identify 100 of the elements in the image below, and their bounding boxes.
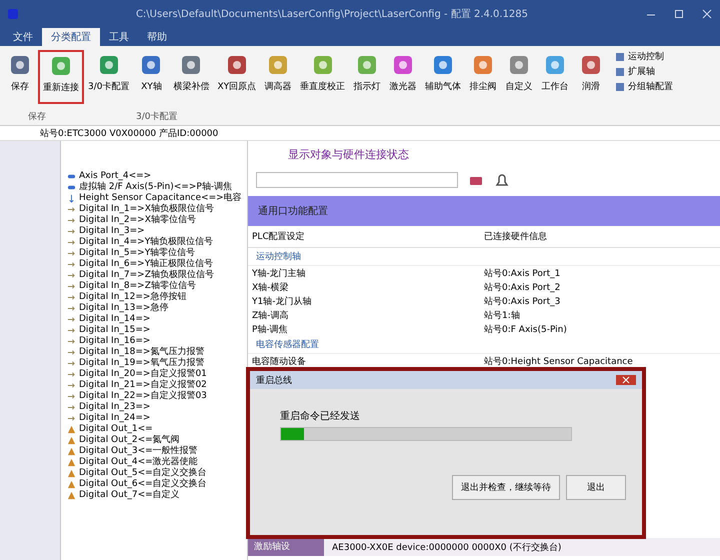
table-cell-text: 站号0:Axis Port_2 [484, 282, 562, 293]
status-label: 激励轴设 [248, 538, 324, 556]
tree-item[interactable]: Digital Out_4<=激光器使能 [79, 457, 198, 468]
tree-item[interactable]: Digital In_7=>Z轴负极限位信号 [79, 270, 214, 281]
input-icon [67, 348, 76, 357]
maximize-icon[interactable] [674, 9, 684, 19]
tool-icon [8, 53, 32, 77]
bell-icon[interactable] [494, 172, 510, 188]
sensor-icon [67, 194, 76, 203]
input-icon [67, 403, 76, 412]
ribbon-button[interactable]: 调高器 [260, 50, 296, 104]
tree-item[interactable]: Height Sensor Capacitance<=>电容 [79, 193, 242, 204]
dialog-button[interactable]: 退出并检查，继续等待 [452, 475, 560, 500]
window-title: C:\Users\Default\Documents\LaserConfig\Project\LaserConfig - 配置 2.4.0.1285 [134, 8, 530, 21]
tree-item[interactable]: Digital Out_7<=自定义 [79, 490, 180, 501]
input-icon [67, 304, 76, 313]
close-icon[interactable] [616, 375, 636, 385]
menu-tab[interactable]: 分类配置 [42, 28, 100, 46]
tree-item[interactable]: Digital In_22=>自定义报警03 [79, 391, 207, 402]
tree-item[interactable]: Digital In_23=> [79, 402, 150, 413]
ribbon-button[interactable]: XY回原点 [213, 50, 260, 104]
input-icon [67, 359, 76, 368]
tool-icon [615, 66, 626, 76]
tree-item[interactable]: Axis Port_4<=> [79, 171, 152, 182]
tree-item[interactable]: Digital In_20=>自定义报警01 [79, 369, 207, 380]
tree-item[interactable]: Digital In_21=>自定义报警02 [79, 380, 207, 391]
tree-item[interactable]: Digital Out_1<= [79, 424, 153, 435]
tree-item[interactable]: Digital In_15=> [79, 325, 150, 336]
input-icon [67, 337, 76, 346]
ribbon-group-label: 保存 [28, 110, 46, 123]
input-icon [67, 315, 76, 324]
tree-item[interactable]: Digital In_13=>急停 [79, 303, 168, 314]
tree-item[interactable]: Digital In_2=>X轴零位信号 [79, 215, 196, 226]
table-cell-text: 站号0:F Axis(5-Pin) [484, 324, 568, 335]
ribbon-button[interactable]: 激光器 [385, 50, 422, 104]
table-cell-text: Y1轴-龙门从轴 [252, 296, 312, 307]
tree-item[interactable]: Digital In_3=> [79, 226, 145, 237]
tool-icon [615, 52, 626, 62]
tree-item[interactable]: Digital In_16=> [79, 336, 150, 347]
dialog-message: 重启命令已经发送 [280, 410, 361, 423]
tree-item[interactable]: Digital In_5=>Y轴零位信号 [79, 248, 196, 259]
menu-tab[interactable]: 帮助 [138, 28, 176, 46]
input-icon [67, 260, 76, 269]
ribbon-button[interactable]: 工作台 [537, 50, 574, 104]
menu-tab[interactable]: 工具 [100, 28, 138, 46]
ribbon-button[interactable]: XY轴 [133, 50, 170, 104]
section-header: 通用口功能配置 [248, 196, 720, 226]
ribbon-button[interactable]: 重新连接 [38, 50, 84, 104]
table-cell-text: 站号0:Height Sensor Capacitance [484, 356, 634, 367]
panel-heading: 显示对象与硬件连接状态 [287, 147, 410, 163]
input-icon [67, 293, 76, 302]
table-cell-text: Z轴-调高 [252, 310, 290, 321]
ribbon-button[interactable]: 横梁补偿 [169, 50, 214, 104]
tool-icon [49, 54, 73, 78]
tree-item[interactable]: Digital Out_3<=一般性报警 [79, 446, 198, 457]
table-cell-text: 站号0:Axis Port_1 [484, 268, 562, 279]
ribbon-button[interactable]: 垂直度校正 [296, 50, 350, 104]
ribbon-small-button[interactable]: 分组轴配置 [615, 80, 674, 93]
tree-item[interactable]: Digital Out_5<=自定义交换台 [79, 468, 207, 479]
menu-tab[interactable]: 文件 [4, 28, 42, 46]
table-cell-text: P轴-调焦 [252, 324, 289, 335]
column-header: 已连接硬件信息 [484, 230, 548, 243]
status-value: AE3000-XX0E device:0000000 0000X0 (不行交换台) [331, 542, 562, 554]
dialog-button[interactable]: 退出 [566, 475, 626, 500]
tree-item[interactable]: Digital In_14=> [79, 314, 150, 325]
tree-item[interactable]: Digital In_8=>Z轴零位信号 [79, 281, 196, 292]
close-icon[interactable] [702, 9, 712, 19]
ribbon-button[interactable]: 润滑 [573, 50, 610, 104]
input-icon [67, 249, 76, 258]
search-field[interactable] [256, 172, 458, 188]
input-icon [67, 414, 76, 423]
tree-item[interactable]: Digital Out_6<=自定义交换台 [79, 479, 207, 490]
tree-item[interactable]: Digital In_4=>Y轴负极限位信号 [79, 237, 214, 248]
ribbon-button[interactable]: 指示灯 [349, 50, 386, 104]
ribbon-button[interactable]: 排尘阀 [465, 50, 502, 104]
ribbon-button[interactable]: 辅助气体 [421, 50, 466, 104]
tree-item[interactable]: Digital In_24=> [79, 413, 150, 424]
table-cell-text: X轴-横梁 [252, 282, 290, 293]
tree-item[interactable]: 虚拟轴 2/F Axis(5-Pin)<=>P轴-调焦 [79, 182, 232, 193]
dialog-title: 重启总线 [256, 374, 292, 386]
tree-item[interactable]: Digital In_12=>急停按钮 [79, 292, 186, 303]
group-title: 电容传感器配置 [256, 340, 319, 350]
ribbon-small-button[interactable]: 扩展轴 [615, 65, 674, 78]
tree-item[interactable]: Digital Out_2<=氮气阀 [79, 435, 180, 446]
tree-item[interactable]: Digital In_6=>Y轴正极限位信号 [79, 259, 214, 270]
app-logo-icon [8, 9, 18, 19]
tree-item[interactable]: Digital In_1=>X轴负极限位信号 [79, 204, 214, 215]
ribbon-button[interactable]: 保存 [2, 50, 38, 104]
input-icon [67, 392, 76, 401]
input-icon [67, 370, 76, 379]
ribbon-small-button[interactable]: 运动控制 [615, 50, 674, 63]
ribbon-group-label: 3/0卡配置 [136, 110, 178, 123]
input-icon [67, 271, 76, 280]
ribbon-button[interactable]: 自定义 [501, 50, 538, 104]
input-icon [67, 238, 76, 247]
tree-item[interactable]: Digital In_19=>氧气压力报警 [79, 358, 204, 369]
tree-item[interactable]: Digital In_18=>氮气压力报警 [79, 347, 204, 358]
input-icon [67, 227, 76, 236]
ribbon-button[interactable]: 3/0卡配置 [84, 50, 134, 104]
table-cell-text: 站号1:轴 [484, 310, 521, 321]
